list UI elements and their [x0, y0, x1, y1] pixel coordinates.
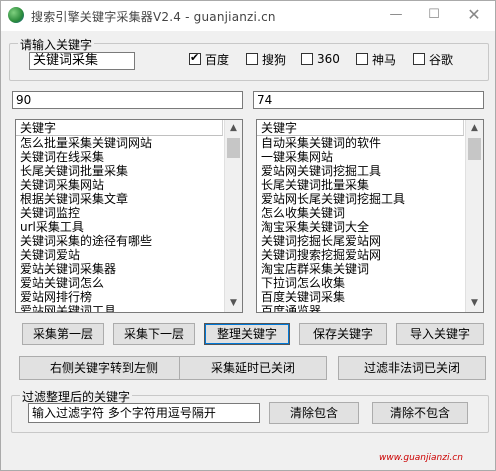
list-item[interactable]: 怎么收集关键词	[257, 206, 483, 220]
list-item[interactable]: 百度关键词采集	[257, 290, 483, 304]
list-item[interactable]: 爱站网关键词挖掘工具	[257, 164, 483, 178]
checkbox-sogou[interactable]	[246, 53, 258, 65]
list-item[interactable]: 关键词挖掘长尾爱站网	[257, 234, 483, 248]
list-item[interactable]: url采集工具	[16, 220, 242, 234]
move-right-to-left-button[interactable]: 右侧关键字转到左侧	[19, 356, 189, 380]
scroll-down-icon[interactable]: ▼	[466, 295, 483, 312]
maximize-button[interactable]: ☐	[419, 5, 449, 25]
collect-delay-button[interactable]: 采集延时已关闭	[179, 356, 327, 380]
scroll-thumb[interactable]	[227, 138, 240, 158]
engine-baidu[interactable]: 百度	[189, 51, 229, 67]
checkbox-360[interactable]	[301, 53, 313, 65]
scroll-up-icon[interactable]: ▲	[466, 120, 483, 137]
title-bar[interactable]: 搜索引擎关键字采集器V2.4 - guanjianzi.cn — ☐ ✕	[1, 1, 495, 31]
list-item[interactable]: 下拉词怎么收集	[257, 276, 483, 290]
right-keyword-list[interactable]: 关键字 自动采集关键词的软件 一键采集网站 爱站网关键词挖掘工具 长尾关键词批量采集爱…	[256, 119, 484, 313]
list-item[interactable]: 淘宝采集关键词大全	[257, 220, 483, 234]
list-item[interactable]: 爱站网关键词工具	[16, 304, 242, 312]
collect-first-layer-button[interactable]: 采集第一层	[22, 323, 104, 345]
list-item[interactable]: 关键词在线采集	[16, 150, 242, 164]
list-item[interactable]: 关键词监控	[16, 206, 242, 220]
engine-360[interactable]: 360	[301, 51, 340, 67]
engine-sogou-label: 搜狗	[262, 52, 287, 67]
minimize-button[interactable]: —	[381, 5, 411, 25]
clear-exclude-button[interactable]: 清除不包含	[372, 402, 468, 424]
left-count-field[interactable]: 90	[12, 91, 243, 109]
clear-include-button[interactable]: 清除包含	[269, 402, 359, 424]
left-list-scrollbar[interactable]: ▲ ▼	[224, 120, 242, 312]
app-window: 搜索引擎关键字采集器V2.4 - guanjianzi.cn — ☐ ✕ 请输入…	[0, 0, 496, 471]
close-button[interactable]: ✕	[459, 5, 489, 25]
list-item[interactable]: 百度通览器	[257, 304, 483, 312]
checkbox-baidu[interactable]	[189, 51, 201, 65]
checkbox-shenma[interactable]	[356, 53, 368, 65]
engine-google[interactable]: 谷歌	[413, 51, 453, 67]
list-item[interactable]: 淘宝店群采集关键词	[257, 262, 483, 276]
scroll-thumb[interactable]	[468, 138, 481, 160]
collect-next-layer-button[interactable]: 采集下一层	[113, 323, 195, 345]
filter-input[interactable]: 输入过滤字符 多个字符用逗号隔开	[28, 403, 260, 423]
keyword-input[interactable]: 关键词采集	[29, 52, 135, 70]
list-item[interactable]: 长尾关键词批量采集	[16, 164, 242, 178]
list-item[interactable]: 关键词采集的途径有哪些	[16, 234, 242, 248]
list-item[interactable]: 长尾关键词批量采集	[257, 178, 483, 192]
organize-keywords-button[interactable]: 整理关键字	[204, 323, 290, 345]
engine-shenma[interactable]: 神马	[356, 51, 396, 67]
list-item[interactable]: 自动采集关键词的软件	[257, 136, 483, 150]
filter-illegal-button[interactable]: 过滤非法词已关闭	[338, 356, 486, 380]
engine-shenma-label: 神马	[372, 52, 397, 67]
engine-360-label: 360	[317, 52, 340, 66]
import-keywords-button[interactable]: 导入关键字	[396, 323, 484, 345]
globe-icon	[8, 7, 24, 23]
list-item[interactable]: 怎么批量采集关键词网站	[16, 136, 242, 150]
right-count-field[interactable]: 74	[253, 91, 484, 109]
list-item[interactable]: 关键词采集网站	[16, 178, 242, 192]
keyword-group-title: 请输入关键字	[18, 36, 95, 53]
list-item[interactable]: 爱站关键词怎么	[16, 276, 242, 290]
right-list-header[interactable]: 关键字	[257, 120, 464, 136]
list-item[interactable]: 爱站关键词采集器	[16, 262, 242, 276]
list-item[interactable]: 一键采集网站	[257, 150, 483, 164]
right-list-scrollbar[interactable]: ▲ ▼	[465, 120, 483, 312]
engine-google-label: 谷歌	[429, 52, 454, 67]
checkbox-google[interactable]	[413, 53, 425, 65]
engine-baidu-label: 百度	[205, 52, 230, 67]
list-item[interactable]: 关键词爱站	[16, 248, 242, 262]
list-item[interactable]: 爱站网长尾关键词挖掘工具	[257, 192, 483, 206]
save-keywords-button[interactable]: 保存关键字	[299, 323, 387, 345]
scroll-up-icon[interactable]: ▲	[225, 120, 242, 137]
left-keyword-list[interactable]: 关键字 怎么批量采集关键词网站 关键词在线采集 长尾关键词批量采集 关键词采集网站 根据…	[15, 119, 243, 313]
watermark: www.guanjianzi.cn	[379, 453, 463, 463]
window-title: 搜索引擎关键字采集器V2.4 - guanjianzi.cn	[31, 10, 276, 24]
list-item[interactable]: 关键词搜索挖掘爱站网	[257, 248, 483, 262]
scroll-down-icon[interactable]: ▼	[225, 295, 242, 312]
left-list-header[interactable]: 关键字	[16, 120, 223, 136]
engine-sogou[interactable]: 搜狗	[246, 51, 286, 67]
list-item[interactable]: 根据关键词采集文章	[16, 192, 242, 206]
list-item[interactable]: 爱站网排行榜	[16, 290, 242, 304]
